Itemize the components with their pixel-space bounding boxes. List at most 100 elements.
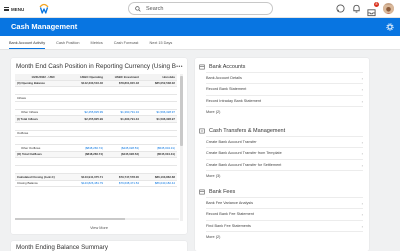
record-bank-statement-link[interactable]: Record Bank Statement › bbox=[206, 83, 363, 94]
user-avatar[interactable] bbox=[383, 3, 394, 14]
cell-value: $86,103,862.68 bbox=[154, 174, 175, 179]
section-header: Cash Transfers & Management bbox=[195, 125, 369, 136]
vertical-scrollbar[interactable] bbox=[180, 74, 183, 221]
table-spacer-row bbox=[15, 87, 177, 95]
cell-link[interactable]: $1,390,791.34 bbox=[105, 110, 141, 114]
bank-fee-variance-analysis-link[interactable]: Bank Fee Variance Analysis › bbox=[206, 197, 363, 208]
table-spacer-row bbox=[15, 102, 177, 110]
cash-report-scroll-area: 10/31/2022 - USD HSBC Operating HSBC Inv… bbox=[15, 74, 183, 221]
item-label: Record Intraday Bank Statement bbox=[206, 98, 262, 103]
search-input[interactable]: Search bbox=[128, 2, 273, 15]
row-label: Closing Balance bbox=[17, 181, 38, 186]
table-spacer-row bbox=[15, 166, 177, 174]
item-label: Record Bank Fee Statement bbox=[206, 212, 254, 217]
cell-link[interactable]: ($545,004.31) bbox=[141, 146, 177, 150]
cell-link[interactable]: $143,826,481.79 bbox=[69, 181, 105, 185]
section-title: Bank Fees bbox=[209, 188, 236, 195]
avatar-image bbox=[383, 5, 394, 14]
bank-fees-section: Bank Fees Bank Fee Variance Analysis › Re… bbox=[195, 186, 369, 241]
bank-accounts-section: Bank Accounts Bank Account Details › Reco… bbox=[195, 61, 369, 116]
cell-value: $2,455,825.99 bbox=[84, 116, 104, 121]
menu-label: MENU bbox=[11, 6, 25, 12]
row-label: Inflows bbox=[17, 95, 26, 100]
row-label: (I) Total Inflows bbox=[17, 116, 38, 121]
tab-bar: Bank Account Activity Cash Position Metr… bbox=[0, 36, 400, 50]
page-title: Cash Management bbox=[11, 22, 78, 31]
horizontal-scroll-thumb[interactable] bbox=[15, 218, 125, 220]
horizontal-scrollbar[interactable] bbox=[15, 218, 179, 220]
tab-next-15-days[interactable]: Next 15 Days bbox=[149, 36, 172, 49]
cell-value: ($545,004.31) bbox=[156, 152, 175, 157]
more-link[interactable]: More (2) bbox=[206, 230, 363, 241]
cell-link[interactable]: $86,040,182.44 bbox=[141, 181, 177, 185]
cell-link[interactable]: ($848,266.74) bbox=[69, 146, 105, 150]
tab-bank-account-activity[interactable]: Bank Account Activity bbox=[9, 36, 46, 49]
row-label: Other Inflows bbox=[21, 110, 39, 115]
cell-value: ($445,028.53) bbox=[120, 152, 139, 157]
cell-value: $1,596,328.97 bbox=[156, 116, 176, 121]
more-link[interactable]: More (2) bbox=[206, 105, 363, 116]
card-title: Month Ending Balance Summary bbox=[16, 244, 109, 251]
create-bank-account-transfer-link[interactable]: Create Bank Account Transfer › bbox=[206, 136, 363, 147]
cash-report-table: 10/31/2022 - USD HSBC Operating HSBC Inv… bbox=[15, 74, 177, 187]
item-label: Create Bank Account Transfer for Settlem… bbox=[206, 162, 282, 167]
search-placeholder: Search bbox=[146, 5, 164, 12]
top-bar: MENU Search 8 bbox=[0, 0, 400, 18]
row-label: Calculated Closing (A+B-C) bbox=[17, 174, 55, 179]
column-header: 10/31/2022 - USD bbox=[31, 74, 55, 79]
hamburger-icon bbox=[4, 6, 9, 12]
cell-value: $79,747,578.00 bbox=[118, 174, 139, 179]
table-spacer-row bbox=[15, 158, 177, 166]
fees-icon bbox=[199, 189, 205, 194]
cell-link[interactable]: $1,596,328.97 bbox=[141, 110, 177, 114]
item-label: Create Bank Account Transfer bbox=[206, 140, 257, 144]
item-label: Bank Account Details bbox=[206, 76, 242, 80]
table-row: Closing Balance $143,826,481.79 $79,638,… bbox=[15, 181, 177, 187]
menu-button[interactable]: MENU bbox=[4, 4, 24, 14]
cell-value: $143,941,075.71 bbox=[81, 174, 103, 179]
gear-icon[interactable] bbox=[386, 23, 394, 31]
month-ending-balance-card: Month Ending Balance Summary bbox=[11, 241, 187, 251]
cell-value: ($848,266.74) bbox=[84, 152, 103, 157]
item-label: Record Bank Statement bbox=[206, 87, 247, 92]
inbox-button[interactable]: 8 bbox=[367, 2, 379, 17]
workday-logo[interactable] bbox=[38, 3, 50, 15]
chevron-right-icon: › bbox=[361, 98, 363, 104]
section-header: Bank Fees bbox=[195, 186, 369, 197]
cell-value: $85,052,538.02 bbox=[154, 81, 175, 86]
more-options-icon[interactable]: ••• bbox=[176, 64, 183, 70]
record-bank-fee-statement-link[interactable]: Record Bank Fee Statement › bbox=[206, 208, 363, 219]
month-end-cash-card: Month End Cash Position in Reporting Cur… bbox=[11, 58, 187, 234]
create-transfer-for-settlement-link[interactable]: Create Bank Account Transfer for Settlem… bbox=[206, 158, 363, 170]
tab-metrics[interactable]: Metrics bbox=[91, 36, 103, 49]
record-intraday-bank-statement-link[interactable]: Record Intraday Bank Statement › bbox=[206, 94, 363, 106]
notification-badge: 8 bbox=[374, 2, 379, 7]
cell-link[interactable]: $2,455,825.99 bbox=[69, 110, 105, 114]
vertical-scroll-thumb[interactable] bbox=[180, 76, 183, 146]
card-title: Month End Cash Position in Reporting Cur… bbox=[16, 63, 176, 70]
row-label: Other Outflows bbox=[21, 145, 41, 150]
chat-icon[interactable] bbox=[336, 4, 345, 13]
view-more-link[interactable]: View More bbox=[11, 226, 187, 230]
cell-value: $142,333,516.46 bbox=[81, 81, 103, 86]
more-link[interactable]: More (3) bbox=[206, 169, 363, 180]
worklets-card: Bank Accounts Bank Account Details › Reco… bbox=[195, 58, 369, 251]
section-title: Bank Accounts bbox=[209, 63, 246, 70]
bank-account-details-link[interactable]: Bank Account Details › bbox=[206, 72, 363, 83]
chevron-right-icon: › bbox=[361, 162, 363, 168]
find-bank-fee-statements-link[interactable]: Find Bank Fee Statements › bbox=[206, 219, 363, 231]
bell-icon[interactable] bbox=[352, 4, 361, 13]
column-header: HSBC Investment bbox=[114, 74, 139, 79]
item-label: Create Bank Account Transfer from Templa… bbox=[206, 151, 282, 156]
section-title: Cash Transfers & Management bbox=[209, 127, 286, 134]
cell-link[interactable]: ($445,028.53) bbox=[105, 146, 141, 150]
tab-cash-forecast[interactable]: Cash Forecast bbox=[114, 36, 139, 49]
bank-icon bbox=[199, 64, 205, 69]
tab-cash-position[interactable]: Cash Position bbox=[56, 36, 79, 49]
cell-link[interactable]: $79,638,471.54 bbox=[105, 181, 141, 185]
table-spacer-row bbox=[15, 137, 177, 145]
column-header: Honolulu bbox=[162, 74, 175, 79]
create-transfer-from-template-link[interactable]: Create Bank Account Transfer from Templa… bbox=[206, 147, 363, 158]
page-header: Cash Management bbox=[0, 18, 400, 36]
transfer-icon bbox=[199, 128, 205, 133]
